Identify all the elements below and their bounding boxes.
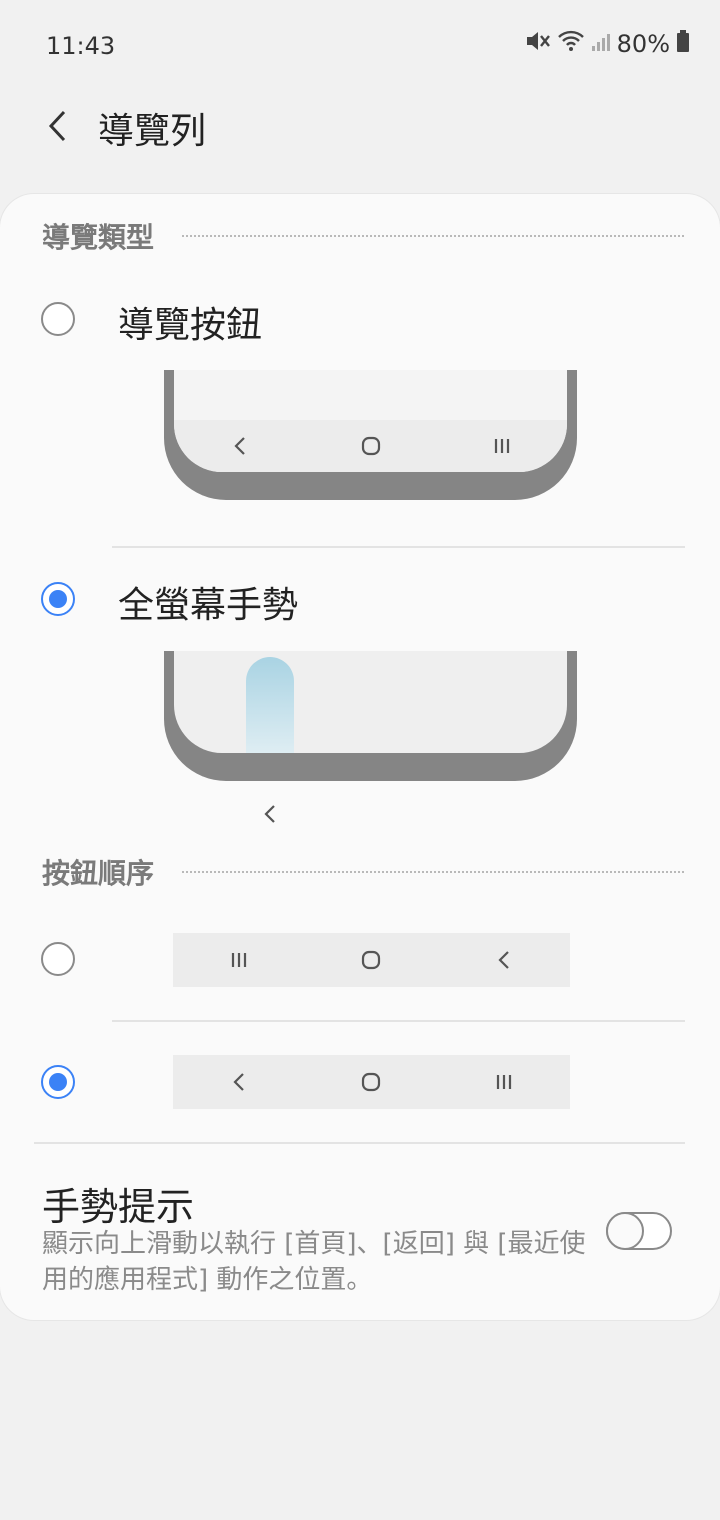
status-time: 11:43: [46, 32, 116, 60]
divider: [34, 1142, 685, 1144]
preview-gestures[interactable]: [164, 651, 577, 781]
section-divider: [182, 871, 684, 873]
section-title: 導覽類型: [42, 221, 155, 254]
gesture-hint-title: 手勢提示: [42, 1185, 195, 1229]
section-divider: [182, 235, 684, 237]
toggle-knob: [606, 1212, 644, 1250]
mute-icon: [525, 30, 551, 58]
radio-order-back-first[interactable]: [41, 1065, 75, 1099]
wifi-icon: [557, 30, 585, 58]
preview-screen: [174, 651, 567, 753]
divider: [112, 1020, 685, 1022]
app-bar: 導覽列: [0, 92, 720, 162]
status-bar: 11:43 80%: [0, 0, 720, 92]
back-button[interactable]: [30, 98, 86, 154]
battery-icon: [676, 30, 690, 58]
back-icon: [484, 940, 524, 980]
preview-nav-buttons[interactable]: [164, 370, 577, 500]
section-header-nav-type: 導覽類型: [42, 216, 684, 256]
home-icon: [351, 1062, 391, 1102]
radio-full-screen-gestures[interactable]: [41, 582, 75, 616]
back-icon: [219, 1062, 259, 1102]
battery-percent: 80%: [616, 30, 670, 58]
option-label-full-screen-gestures[interactable]: 全螢幕手勢: [118, 576, 298, 628]
chevron-left-icon: [48, 110, 66, 142]
status-icons: 80%: [525, 30, 690, 58]
recents-icon: [482, 426, 522, 466]
signal-icon: [591, 30, 611, 58]
settings-card: 導覽類型 導覽按鈕 全螢幕手勢 按鈕順序: [0, 194, 720, 1320]
home-icon: [351, 426, 391, 466]
section-header-button-order: 按鈕順序: [42, 852, 684, 892]
recents-icon: [484, 1062, 524, 1102]
gesture-swipe-indicator: [246, 657, 294, 753]
home-icon: [351, 940, 391, 980]
radio-nav-buttons[interactable]: [41, 302, 75, 336]
preview-screen: [174, 370, 567, 472]
recents-icon: [219, 940, 259, 980]
page-title: 導覽列: [98, 111, 207, 152]
gesture-hint-description: 顯示向上滑動以執行 [首頁]、[返回] 與 [最近使用的應用程式] 動作之位置。: [42, 1229, 586, 1295]
order-preview-recents-first[interactable]: [173, 933, 570, 987]
back-icon: [220, 426, 260, 466]
order-preview-back-first[interactable]: [173, 1055, 570, 1109]
divider: [112, 546, 685, 548]
back-icon: [250, 794, 290, 834]
section-title: 按鈕順序: [42, 857, 155, 890]
gesture-hint-toggle[interactable]: [606, 1212, 672, 1250]
radio-order-recents-first[interactable]: [41, 942, 75, 976]
option-label-nav-buttons[interactable]: 導覽按鈕: [118, 296, 262, 348]
preview-navbar: [174, 420, 567, 472]
